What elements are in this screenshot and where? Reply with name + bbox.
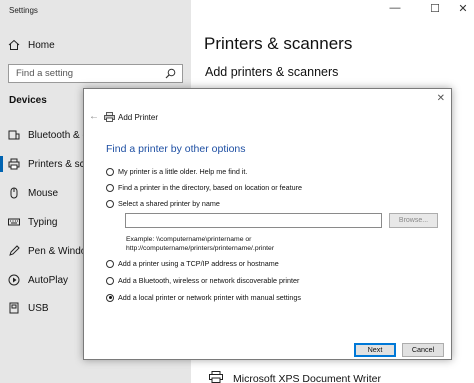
bluetooth-icon: [8, 129, 20, 141]
section-heading: Devices: [9, 95, 47, 106]
keyboard-icon: [8, 216, 20, 228]
printer-icon: [8, 158, 20, 170]
option-label: Find a printer in the directory, based o…: [118, 183, 303, 192]
dialog-title: Add Printer: [118, 113, 159, 122]
option-label: Select a shared printer by name: [118, 199, 220, 208]
autoplay-icon: [8, 274, 20, 286]
dialog-heading: Find a printer by other options: [106, 143, 246, 155]
option-label: Add a Bluetooth, wireless or network dis…: [118, 276, 300, 285]
option-bluetooth-wireless[interactable]: Add a Bluetooth, wireless or network dis…: [106, 276, 299, 285]
radio-button[interactable]: [106, 276, 114, 285]
maximize-button[interactable]: ☐: [424, 2, 446, 15]
option-label: Add a local printer or network printer w…: [118, 293, 301, 302]
option-older-printer[interactable]: My printer is a little older. Help me fi…: [106, 167, 247, 176]
sidebar-item-label: Bluetooth & o: [28, 129, 89, 141]
search-placeholder: Find a setting: [16, 68, 74, 79]
option-tcp-ip[interactable]: Add a printer using a TCP/IP address or …: [106, 259, 279, 268]
sidebar-item-label: Mouse: [28, 187, 59, 199]
option-label: My printer is a little older. Help me fi…: [118, 167, 248, 176]
sidebar-item-label: Home: [28, 39, 55, 51]
radio-button[interactable]: [106, 167, 114, 176]
printer-list-item[interactable]: Microsoft XPS Document Writer: [233, 373, 381, 383]
radio-button[interactable]: [106, 199, 114, 208]
sidebar-item-label: Typing: [28, 216, 58, 228]
page-title: Printers & scanners: [204, 34, 353, 53]
option-local-manual[interactable]: Add a local printer or network printer w…: [106, 293, 301, 302]
option-label: Add a printer using a TCP/IP address or …: [118, 259, 279, 268]
shared-printer-name-input[interactable]: [125, 213, 382, 228]
radio-button-selected[interactable]: [106, 293, 114, 302]
minimize-button[interactable]: —: [384, 2, 406, 14]
dialog-close-button[interactable]: ✕: [437, 93, 445, 104]
example-line: Example: \\computername\printername or: [126, 236, 252, 243]
printer-icon: [209, 371, 223, 383]
next-button[interactable]: Next: [354, 343, 396, 357]
sidebar-item-home[interactable]: Home: [0, 32, 191, 58]
close-button[interactable]: ✕: [452, 2, 474, 15]
search-icon: [165, 68, 176, 79]
sidebar-item-label: USB: [28, 302, 49, 314]
example-line: http://computername/printers/printername…: [126, 245, 275, 252]
add-printer-dialog: ✕ ← Add Printer Find a printer by other …: [83, 88, 452, 360]
cancel-button[interactable]: Cancel: [402, 343, 444, 357]
radio-button[interactable]: [106, 183, 114, 192]
browse-button[interactable]: Browse...: [389, 213, 438, 228]
section-title: Add printers & scanners: [205, 65, 339, 79]
example-text: Example: \\computername\printername or h…: [126, 235, 274, 253]
home-icon: [8, 39, 20, 51]
back-arrow-icon[interactable]: ←: [89, 111, 99, 122]
mouse-icon: [8, 187, 20, 199]
option-shared-by-name[interactable]: Select a shared printer by name: [106, 199, 220, 208]
printer-icon: [104, 112, 115, 122]
sidebar-item-label: AutoPlay: [28, 274, 69, 286]
window-title: Settings: [9, 6, 38, 15]
pen-icon: [8, 245, 20, 257]
usb-icon: [8, 302, 20, 314]
radio-button[interactable]: [106, 259, 114, 268]
option-directory[interactable]: Find a printer in the directory, based o…: [106, 183, 302, 192]
search-input[interactable]: Find a setting: [8, 64, 183, 83]
